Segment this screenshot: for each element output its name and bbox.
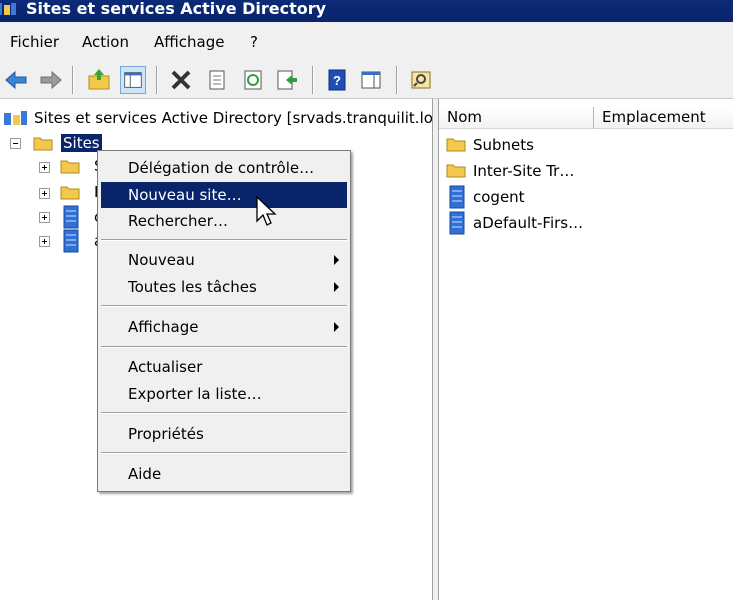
menu-affichage[interactable]: Affichage — [154, 33, 224, 51]
properties-icon[interactable] — [204, 66, 230, 94]
site-server-icon — [449, 185, 465, 209]
menu-separator — [101, 452, 347, 454]
export-list-icon[interactable] — [274, 66, 300, 94]
folder-icon — [60, 186, 80, 200]
show-action-pane-icon[interactable] — [358, 66, 384, 94]
menu-item-label: Nouveau site… — [128, 186, 242, 204]
window-title: Sites et services Active Directory — [26, 0, 327, 18]
site-server-icon — [63, 229, 79, 253]
menu-item-label: Aide — [128, 465, 162, 483]
context-menu: Délégation de contrôle… Nouveau site… Re… — [97, 150, 351, 492]
menu-help[interactable]: ? — [250, 33, 258, 51]
tree-node-subnets[interactable]: S — [60, 154, 104, 178]
menu-separator — [101, 346, 347, 348]
find-icon[interactable] — [408, 66, 434, 94]
show-hide-tree-icon[interactable] — [120, 66, 146, 94]
menu-item-proprietes[interactable]: Propriétés — [101, 421, 347, 447]
tree-node-sites-label: Sites — [61, 134, 102, 152]
svg-text:?: ? — [333, 73, 341, 88]
expand-toggle[interactable] — [39, 236, 50, 247]
tree-root-node[interactable]: Sites et services Active Directory [srva… — [3, 106, 432, 130]
menu-fichier[interactable]: Fichier — [10, 33, 59, 51]
toolbar-separator — [396, 66, 398, 94]
toolbar-separator — [156, 66, 158, 94]
folder-icon — [446, 138, 466, 152]
menu-item-label: Délégation de contrôle… — [128, 159, 315, 177]
menu-separator — [101, 239, 347, 241]
list-item-label: aDefault-Firs… — [473, 214, 584, 232]
tree-node-inter-site[interactable]: I — [60, 180, 100, 204]
toolbar-separator — [312, 66, 314, 94]
title-bar: Sites et services Active Directory — [0, 0, 733, 22]
menu-item-label: Nouveau — [128, 251, 195, 269]
menu-item-label: Propriétés — [128, 425, 204, 443]
ad-sites-icon — [0, 3, 16, 15]
help-icon[interactable]: ? — [324, 66, 350, 94]
menu-item-label: Toutes les tâches — [128, 278, 257, 296]
toolbar: ? — [0, 62, 733, 99]
menu-item-affichage[interactable]: Affichage — [101, 314, 347, 340]
tree-node-cogent[interactable]: c — [62, 205, 102, 229]
tree-root-label: Sites et services Active Directory [srva… — [34, 109, 432, 127]
ad-sites-icon — [4, 111, 27, 125]
list-item-label: Inter-Site Tr… — [473, 162, 575, 180]
folder-icon — [446, 164, 466, 178]
list-pane[interactable]: Nom Emplacement Subnets Inter-Site Tr… c… — [439, 99, 733, 600]
menu-item-exporter-la-liste[interactable]: Exporter la liste… — [101, 381, 347, 407]
menu-item-delegation[interactable]: Délégation de contrôle… — [101, 155, 347, 181]
menu-item-rechercher[interactable]: Rechercher… — [101, 208, 347, 234]
list-item[interactable]: Inter-Site Tr… — [446, 159, 726, 183]
site-server-icon — [449, 211, 465, 235]
submenu-arrow-icon — [334, 282, 339, 292]
tree-node-default-site[interactable]: a — [62, 229, 103, 253]
column-header-emplacement[interactable]: Emplacement — [594, 107, 733, 129]
menu-bar: Fichier Action Affichage ? — [0, 22, 733, 62]
menu-item-label: Actualiser — [128, 358, 203, 376]
folder-icon — [60, 160, 80, 174]
expand-toggle[interactable] — [39, 212, 50, 223]
refresh-icon[interactable] — [240, 66, 266, 94]
toolbar-separator — [72, 66, 74, 94]
menu-item-label: Exporter la liste… — [128, 385, 262, 403]
column-header-nom[interactable]: Nom — [439, 107, 594, 129]
forward-icon[interactable] — [38, 66, 64, 94]
menu-item-actualiser[interactable]: Actualiser — [101, 354, 347, 380]
list-item[interactable]: aDefault-Firs… — [448, 211, 728, 235]
up-folder-icon[interactable] — [86, 66, 112, 94]
site-server-icon — [63, 205, 79, 229]
menu-item-toutes-les-taches[interactable]: Toutes les tâches — [101, 274, 347, 300]
menu-separator — [101, 305, 347, 307]
expand-toggle[interactable] — [39, 188, 50, 199]
collapse-toggle[interactable] — [10, 138, 21, 149]
mouse-pointer-icon — [256, 196, 277, 226]
submenu-arrow-icon — [334, 322, 339, 332]
expand-toggle[interactable] — [39, 162, 50, 173]
menu-action[interactable]: Action — [82, 33, 129, 51]
menu-item-aide[interactable]: Aide — [101, 461, 347, 487]
submenu-arrow-icon — [334, 255, 339, 265]
list-item-label: Subnets — [473, 136, 534, 154]
list-item[interactable]: Subnets — [446, 133, 726, 157]
pane-splitter[interactable] — [432, 99, 439, 600]
menu-separator — [101, 412, 347, 414]
list-item-label: cogent — [473, 188, 525, 206]
menu-item-label: Affichage — [128, 318, 199, 336]
list-item[interactable]: cogent — [448, 185, 728, 209]
back-icon[interactable] — [3, 66, 29, 94]
folder-icon — [33, 137, 53, 151]
delete-icon[interactable] — [168, 66, 194, 94]
menu-item-nouveau[interactable]: Nouveau — [101, 247, 347, 273]
menu-item-label: Rechercher… — [128, 212, 228, 230]
menu-item-nouveau-site[interactable]: Nouveau site… — [101, 182, 347, 208]
